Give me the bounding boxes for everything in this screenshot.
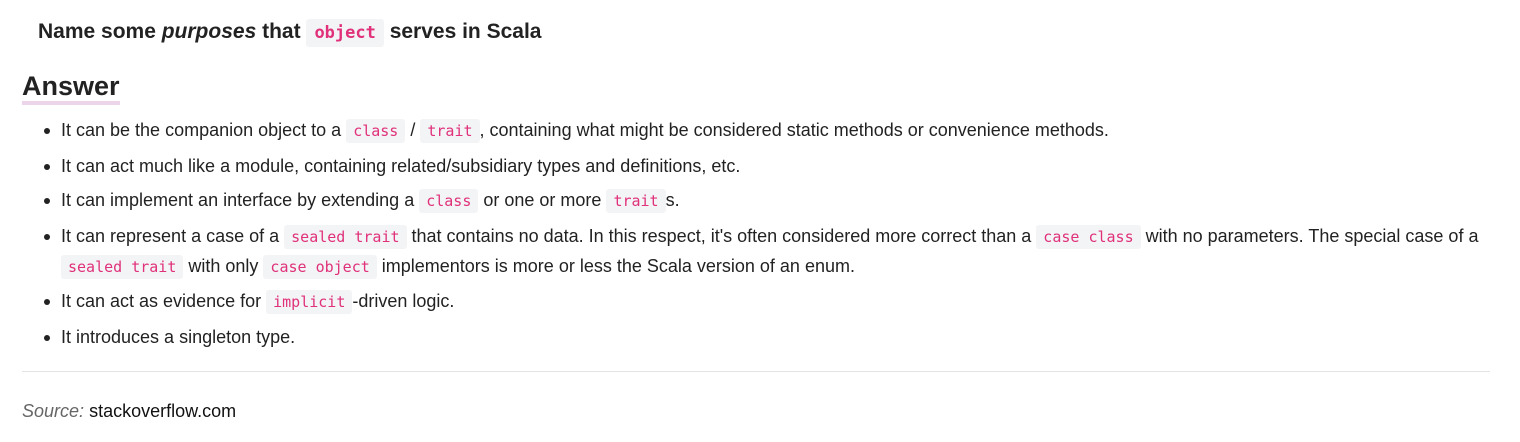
answer-item-module: It can act much like a module, containin… xyxy=(44,152,1520,181)
source-line: Source: stackoverflow.com xyxy=(22,397,236,425)
source-link[interactable]: stackoverflow.com xyxy=(89,401,236,421)
inline-code: case object xyxy=(263,254,377,279)
answer-text: It introduces a singleton type. xyxy=(61,326,296,347)
answer-text: It can act as evidence for xyxy=(61,291,267,311)
question-suffix: serves in Scala xyxy=(383,20,542,43)
answer-item-companion: It can be the companion object to a clas… xyxy=(44,116,1520,146)
answer-heading-text: Answer xyxy=(22,71,120,105)
answer-text: -driven logic. xyxy=(352,291,455,311)
answer-item-sealed-trait: It can represent a case of a sealed trai… xyxy=(44,222,1520,282)
answer-text: s. xyxy=(665,190,680,210)
answer-text: / xyxy=(405,120,421,140)
inline-code: case class xyxy=(1036,224,1141,249)
answer-text: with no parameters. The special case of … xyxy=(1140,225,1479,246)
answer-text: with only xyxy=(183,255,264,276)
inline-code: implicit xyxy=(266,290,353,314)
question-emphasis: purposes xyxy=(161,20,257,43)
inline-code: sealed trait xyxy=(284,224,407,249)
inline-code: trait xyxy=(606,189,666,213)
inline-code: class xyxy=(346,119,406,143)
answer-text: It can implement an interface by extendi… xyxy=(61,190,420,210)
answer-text: , containing what might be considered st… xyxy=(479,120,1109,140)
inline-code: sealed trait xyxy=(61,254,184,279)
answer-list: It can be the companion object to a clas… xyxy=(22,116,1520,357)
answer-item-implicit: It can act as evidence for implicit -driv… xyxy=(44,287,1520,317)
answer-text: It can act much like a module, containin… xyxy=(61,155,741,176)
answer-item-interface: It can implement an interface by extendi… xyxy=(44,186,1520,216)
answer-text: It can represent a case of a xyxy=(61,225,285,246)
inline-code: trait xyxy=(420,119,480,143)
source-label: Source: xyxy=(22,401,85,421)
answer-text: that contains no data. In this respect, … xyxy=(406,225,1037,246)
question-code: object xyxy=(306,19,384,47)
question-title: Name some purposes that object serves in… xyxy=(38,16,541,49)
answer-text: implementors is more or less the Scala v… xyxy=(376,255,855,276)
answer-heading: Answer xyxy=(22,66,120,106)
answer-text: It can be the companion object to a xyxy=(61,120,347,140)
question-middle: that xyxy=(256,20,307,43)
answer-text: or one or more xyxy=(478,190,607,210)
question-prefix: Name some xyxy=(38,20,162,43)
inline-code: class xyxy=(419,189,479,213)
divider xyxy=(22,371,1490,372)
answer-item-singleton: It introduces a singleton type. xyxy=(44,323,1520,352)
